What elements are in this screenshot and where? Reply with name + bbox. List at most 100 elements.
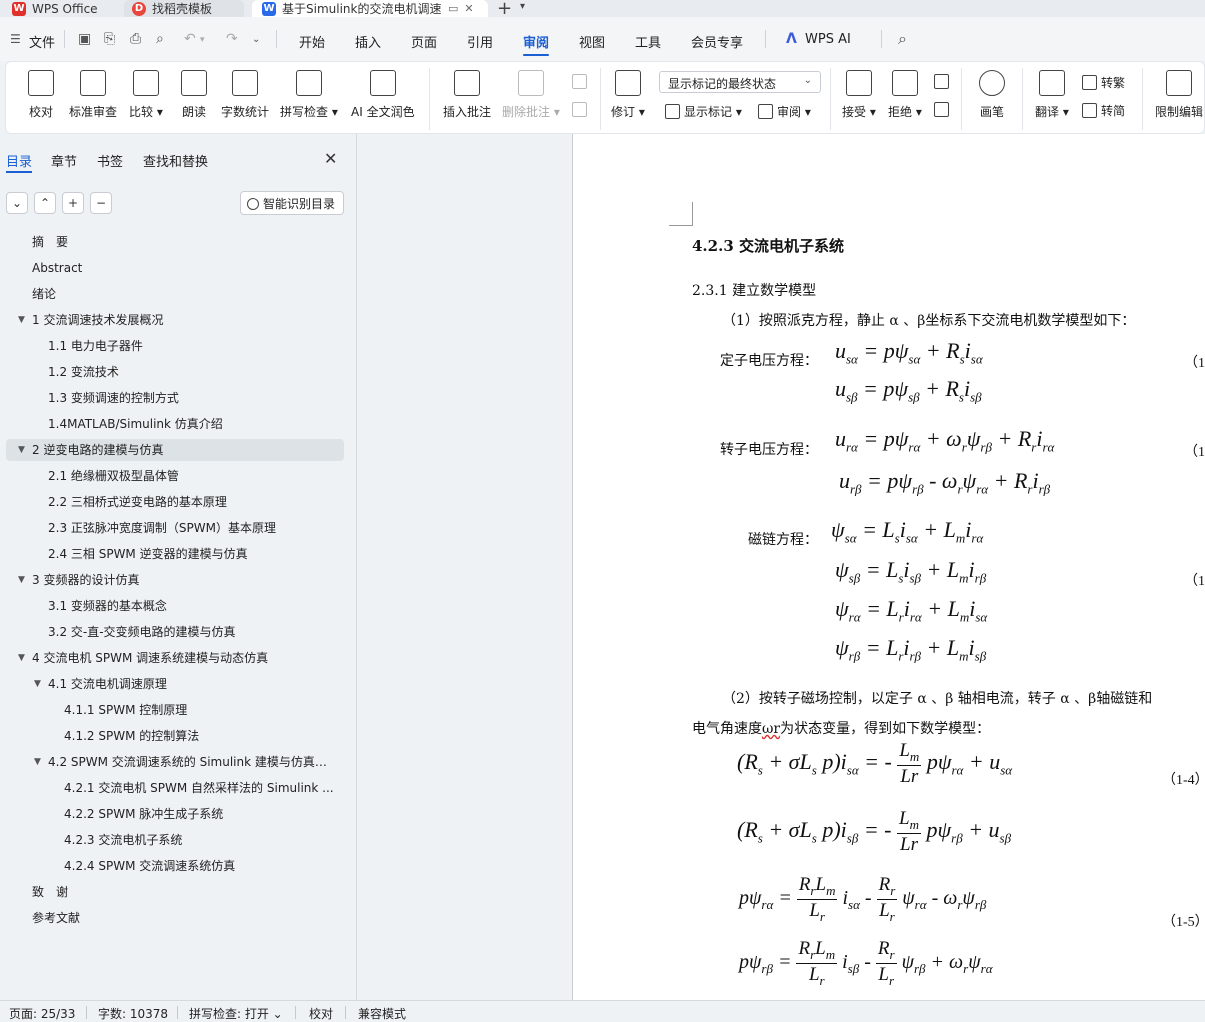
toc-item[interactable]: 绪论 <box>32 283 338 305</box>
toc-item[interactable]: 2.3 正弦脉冲宽度调制（SPWM）基本原理 <box>48 517 338 539</box>
remove-heading-button[interactable]: − <box>90 192 112 214</box>
next-change-button[interactable] <box>934 102 953 117</box>
export-icon[interactable]: ⎘ <box>104 31 115 47</box>
tab-chapters[interactable]: 章节 <box>51 151 77 170</box>
toc-item[interactable]: 2.1 绝缘栅双极型晶体管 <box>48 465 338 487</box>
toc-item[interactable]: 4.2.4 SPWM 交流调速系统仿真 <box>64 855 338 877</box>
next-comment-button[interactable] <box>572 102 591 117</box>
expand-up-button[interactable]: ⌃ <box>34 192 56 214</box>
menu-page[interactable]: 页面 <box>411 32 437 51</box>
spell-check-indicator[interactable]: 拼写检查: 打开 ⌄ <box>189 1005 283 1022</box>
delete-comment-button[interactable]: 删除批注 ▾ <box>502 70 560 120</box>
show-markup-button[interactable]: 显示标记 ▾ <box>665 103 742 120</box>
previous-comment-button[interactable] <box>572 74 591 89</box>
tab-find-replace[interactable]: 查找和替换 <box>143 151 208 170</box>
menu-tools[interactable]: 工具 <box>635 32 661 51</box>
toc-item[interactable]: 2.4 三相 SPWM 逆变器的建模与仿真 <box>48 543 338 565</box>
previous-change-button[interactable] <box>934 74 953 89</box>
toc-item[interactable]: 致 谢 <box>32 881 338 903</box>
close-tab-icon[interactable]: ✕ <box>464 2 473 15</box>
toc-item[interactable]: 4.2.2 SPWM 脉冲生成子系统 <box>64 803 338 825</box>
toc-item[interactable]: 1.2 变流技术 <box>48 361 338 383</box>
pen-button[interactable]: 画笔 <box>979 70 1005 120</box>
redo-icon[interactable]: ↷ <box>226 31 238 47</box>
search-icon[interactable]: ⌕ <box>898 29 907 49</box>
toc-item[interactable]: 参考文献 <box>32 907 338 929</box>
restrict-edit-button[interactable]: 限制编辑 <box>1155 70 1203 120</box>
toc-item[interactable]: 4.1 交流电机调速原理 <box>48 673 338 695</box>
menu-file[interactable]: 文件 <box>29 32 55 51</box>
proofread-indicator[interactable]: 校对 <box>309 1005 333 1022</box>
toc-item[interactable]: Abstract <box>32 257 338 279</box>
tab-toc[interactable]: 目录 <box>6 151 33 173</box>
close-pane-icon[interactable]: ✕ <box>324 149 337 168</box>
collapse-all-button[interactable]: ⌄ <box>6 192 28 214</box>
toc-item[interactable]: 1.3 变频调速的控制方式 <box>48 387 338 409</box>
menu-reference[interactable]: 引用 <box>467 32 493 51</box>
tab-bookmarks[interactable]: 书签 <box>97 151 123 170</box>
read-aloud-button[interactable]: 朗读 <box>181 70 207 120</box>
toc-item[interactable]: 3.2 交-直-交变频电路的建模与仿真 <box>48 621 338 643</box>
toc-item[interactable]: 4.1.2 SPWM 的控制算法 <box>64 725 338 747</box>
menu-home[interactable]: 开始 <box>299 32 325 51</box>
toc-item[interactable]: 4.1.1 SPWM 控制原理 <box>64 699 338 721</box>
menu-insert[interactable]: 插入 <box>355 32 381 51</box>
word-count-button[interactable]: 字数统计 <box>221 70 269 120</box>
print-icon[interactable]: ⎙ <box>130 31 141 47</box>
expand-arrow-icon[interactable]: ▼ <box>34 757 41 767</box>
review-pane-button[interactable]: 审阅 ▾ <box>758 103 811 120</box>
standard-review-button[interactable]: 标准审查 <box>69 70 117 120</box>
translate-button[interactable]: 翻译 ▾ <box>1035 70 1069 120</box>
document-canvas <box>357 134 573 1000</box>
toc-item[interactable]: 1.1 电力电子器件 <box>48 335 338 357</box>
reject-button[interactable]: 拒绝 ▾ <box>888 70 922 120</box>
toc-item[interactable]: 4 交流电机 SPWM 调速系统建模与动态仿真 <box>32 647 338 669</box>
toc-item[interactable]: 3 变频器的设计仿真 <box>32 569 338 591</box>
toc-item[interactable]: 2.2 三相桥式逆变电路的基本原理 <box>48 491 338 513</box>
expand-arrow-icon[interactable]: ▼ <box>18 445 25 455</box>
toc-item[interactable]: 3.1 变频器的基本概念 <box>48 595 338 617</box>
smart-toc-button[interactable]: 智能识别目录 <box>240 191 344 215</box>
toc-item[interactable]: 4.2 SPWM 交流调速系统的 Simulink 建模与仿真分 ... <box>48 751 338 773</box>
accept-button[interactable]: 接受 ▾ <box>842 70 876 120</box>
toc-item[interactable]: 2 逆变电路的建模与仿真 <box>6 439 344 461</box>
monitor-icon[interactable]: ▭ <box>448 2 458 15</box>
wps-ai-icon: Ʌ <box>786 31 797 47</box>
add-heading-button[interactable]: + <box>62 192 84 214</box>
tab-document[interactable]: W 基于Simulink的交流电机调速 ▭ ✕ <box>252 0 488 17</box>
expand-arrow-icon[interactable]: ▼ <box>18 653 25 663</box>
expand-arrow-icon[interactable]: ▼ <box>34 679 41 689</box>
insert-comment-button[interactable]: 插入批注 <box>443 70 491 120</box>
undo-icon[interactable]: ↶ <box>184 31 196 47</box>
menu-membership[interactable]: 会员专享 <box>691 32 743 51</box>
expand-arrow-icon[interactable]: ▼ <box>18 575 25 585</box>
toc-item[interactable]: 1 交流调速技术发展概况 <box>32 309 338 331</box>
print-preview-icon[interactable]: ⌕ <box>156 31 164 47</box>
document-page[interactable]: 4.2.3 交流电机子系统 2.3.1 建立数学模型 （1）按照派克方程，静止 … <box>573 134 1205 1000</box>
toc-item[interactable]: 摘 要 <box>32 231 338 253</box>
toc-item[interactable]: 4.2.1 交流电机 SPWM 自然采样法的 Simulink ... <box>64 777 338 799</box>
compare-button[interactable]: 比较 ▾ <box>129 70 163 120</box>
menu-wps-ai[interactable]: WPS AI <box>805 32 851 47</box>
menu-review[interactable]: 审阅 <box>523 32 550 56</box>
spell-check-button[interactable]: 拼写检查 ▾ <box>280 70 338 120</box>
undo-dropdown-icon[interactable]: ▾ <box>200 35 205 45</box>
proofread-button[interactable]: 校对 <box>28 70 54 120</box>
expand-arrow-icon[interactable]: ▼ <box>18 315 25 325</box>
page-indicator[interactable]: 页面: 25/33 <box>9 1005 75 1022</box>
more-chevron-icon[interactable]: ⌄ <box>252 34 260 45</box>
toc-item[interactable]: 4.2.3 交流电机子系统 <box>64 829 338 851</box>
to-simplified-button[interactable]: 转简 <box>1082 102 1125 119</box>
tab-template[interactable]: D 找稻壳模板 <box>124 0 244 17</box>
revise-button[interactable]: 修订 ▾ <box>611 70 645 120</box>
menu-view[interactable]: 视图 <box>579 32 605 51</box>
tab-list-chevron-icon[interactable]: ▾ <box>520 1 525 12</box>
ai-polish-button[interactable]: AI 全文润色 <box>351 70 415 120</box>
to-traditional-button[interactable]: 转繁 <box>1082 74 1125 91</box>
markup-state-select[interactable]: 显示标记的最终状态 ⌄ <box>659 71 821 93</box>
hamburger-icon[interactable]: ☰ <box>10 32 21 46</box>
toc-item[interactable]: 1.4MATLAB/Simulink 仿真介绍 <box>48 413 338 435</box>
tab-wps-office[interactable]: W WPS Office <box>12 0 122 17</box>
word-count-indicator[interactable]: 字数: 10378 <box>98 1005 168 1022</box>
save-icon[interactable]: ▣ <box>78 31 91 47</box>
